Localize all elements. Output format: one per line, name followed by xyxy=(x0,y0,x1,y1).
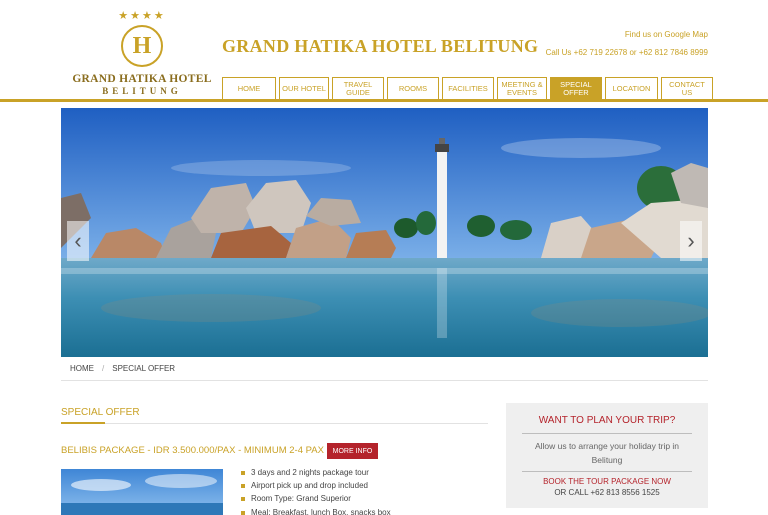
logo-location: BELITUNG xyxy=(102,86,182,96)
plan-trip-description: Allow us to arrange your holiday trip in… xyxy=(534,441,680,465)
feature-item: Airport pick up and drop included xyxy=(241,479,391,492)
plan-trip-box: WANT TO PLAN YOUR TRIP? Allow us to arra… xyxy=(506,403,708,508)
nav-rooms[interactable]: ROOMS xyxy=(387,77,439,99)
nav-our-hotel-label: OUR HOTEL xyxy=(282,83,326,93)
feature-item: Room Type: Grand Superior xyxy=(241,492,391,505)
plan-trip-divider-2 xyxy=(522,471,692,472)
more-info-button[interactable]: MORE INFO xyxy=(327,443,378,459)
nav-location[interactable]: LOCATION xyxy=(605,77,658,99)
section-divider xyxy=(105,423,488,424)
main-navigation: HOME OUR HOTEL TRAVEL GUIDE ROOMS FACILI… xyxy=(222,77,713,99)
header-divider xyxy=(0,99,768,102)
nav-home[interactable]: HOME xyxy=(222,77,276,99)
breadcrumb-current: SPECIAL OFFER xyxy=(112,364,176,373)
plan-trip-title: WANT TO PLAN YOUR TRIP? xyxy=(538,415,676,426)
book-tour-link[interactable]: BOOK THE TOUR PACKAGE NOW xyxy=(506,477,708,486)
hero-slider[interactable]: ‹ › xyxy=(61,108,708,357)
hotel-logo[interactable]: ★★★★ H GRAND HATIKA HOTEL BELITUNG xyxy=(72,10,212,96)
nav-home-label: HOME xyxy=(237,83,261,93)
logo-name: GRAND HATIKA HOTEL xyxy=(72,73,212,85)
feature-item: 3 days and 2 nights package tour xyxy=(241,466,391,479)
nav-special-label-2: OFFER xyxy=(563,87,589,97)
google-map-link[interactable]: Find us on Google Map xyxy=(625,30,708,39)
hotel-title: GRAND HATIKA HOTEL BELITUNG xyxy=(222,36,539,56)
call-us-text: Call Us +62 719 22678 or +62 812 7846 89… xyxy=(545,48,708,57)
section-title: SPECIAL OFFER xyxy=(61,407,140,418)
nav-meeting-events[interactable]: MEETING & EVENTS xyxy=(497,77,547,99)
breadcrumb: HOME / SPECIAL OFFER xyxy=(70,364,175,373)
section-underline xyxy=(61,422,105,424)
star-rating-icon: ★★★★ xyxy=(118,10,166,22)
nav-special-offer[interactable]: SPECIAL OFFER xyxy=(550,77,602,99)
nav-contact-us[interactable]: CONTACT US xyxy=(661,77,713,99)
chevron-left-icon: ‹ xyxy=(74,228,82,253)
chevron-right-icon: › xyxy=(687,228,695,253)
nav-rooms-label: ROOMS xyxy=(398,83,428,93)
package-title: BELIBIS PACKAGE - IDR 3.500.000/PAX - MI… xyxy=(61,445,324,456)
nav-contact-label-2: US xyxy=(681,87,693,97)
nav-facilities-label: FACILITIES xyxy=(448,83,488,93)
breadcrumb-home[interactable]: HOME xyxy=(70,364,94,373)
nav-meeting-label-2: EVENTS xyxy=(506,87,537,97)
nav-location-label: LOCATION xyxy=(612,83,651,93)
hero-image xyxy=(61,108,708,357)
breadcrumb-separator: / xyxy=(102,364,105,373)
logo-emblem-letter: H xyxy=(132,32,152,59)
breadcrumb-divider xyxy=(61,380,708,381)
package-image xyxy=(61,469,223,515)
nav-travel-guide[interactable]: TRAVEL GUIDE xyxy=(332,77,384,99)
slider-next-button[interactable]: › xyxy=(680,221,702,261)
logo-emblem-icon: H xyxy=(121,25,163,67)
plan-trip-divider xyxy=(522,433,692,434)
feature-item: Meal: Breakfast, lunch Box, snacks box xyxy=(241,506,391,515)
nav-our-hotel[interactable]: OUR HOTEL xyxy=(279,77,329,99)
plan-trip-phone: OR CALL +62 813 8556 1525 xyxy=(554,488,660,497)
slider-prev-button[interactable]: ‹ xyxy=(67,221,89,261)
nav-travel-guide-label-2: GUIDE xyxy=(346,87,370,97)
nav-facilities[interactable]: FACILITIES xyxy=(442,77,494,99)
package-features: 3 days and 2 nights package tour Airport… xyxy=(241,466,391,515)
